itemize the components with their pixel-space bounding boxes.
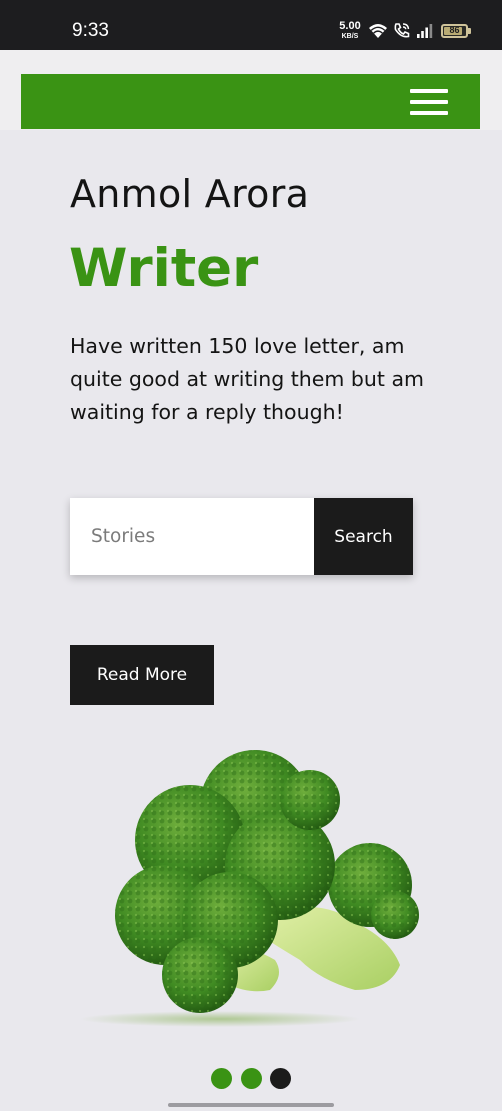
- wifi-icon: [369, 24, 387, 38]
- navbar: [21, 74, 480, 129]
- status-bar: 9:33 5.00 KB/S 86: [0, 0, 502, 50]
- menu-bar-middle: [410, 100, 448, 104]
- author-role-title: Writer: [69, 238, 259, 299]
- carousel-dot[interactable]: [241, 1068, 262, 1089]
- home-indicator: [168, 1103, 334, 1107]
- status-time: 9:33: [72, 20, 109, 41]
- battery-icon: 86: [441, 24, 468, 38]
- battery-level-text: 86: [449, 25, 460, 35]
- author-name: Anmol Arora: [70, 172, 310, 216]
- hamburger-menu-icon[interactable]: [410, 89, 448, 116]
- call-icon: [394, 23, 410, 38]
- search-input[interactable]: [70, 498, 314, 575]
- header: [0, 50, 502, 130]
- app-screen: 9:33 5.00 KB/S 86 Anmol Arora Writer Hav…: [0, 0, 502, 1111]
- menu-bar-top: [410, 89, 448, 93]
- signal-icon: [417, 24, 433, 38]
- broccoli-image: [80, 750, 419, 1027]
- author-description: Have written 150 love letter, am quite g…: [70, 334, 424, 424]
- menu-bar-bottom: [410, 111, 448, 115]
- battery-nub: [468, 28, 471, 34]
- search-form: Search: [70, 498, 413, 575]
- network-speed: 5.00 KB/S: [336, 20, 364, 41]
- read-more-button[interactable]: Read More: [70, 645, 214, 705]
- network-speed-unit: KB/S: [341, 33, 359, 40]
- carousel-dot-active[interactable]: [270, 1068, 291, 1089]
- search-button[interactable]: Search: [314, 498, 413, 575]
- network-speed-value: 5.00: [339, 20, 361, 32]
- carousel-dot[interactable]: [211, 1068, 232, 1089]
